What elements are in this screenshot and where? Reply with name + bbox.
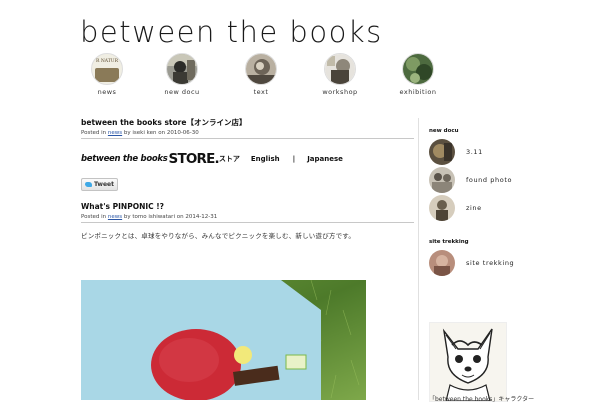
store-banner: between the books STORE. ストア English | J… bbox=[81, 151, 414, 167]
new-docu-heading: new docu bbox=[429, 128, 459, 134]
category-link-news[interactable]: news bbox=[108, 214, 122, 220]
post-meta: Posted in news by tomo ishiwatari on 201… bbox=[81, 214, 414, 223]
sidebar-divider bbox=[418, 118, 419, 400]
news-thumbnail: R NATUR bbox=[91, 53, 123, 85]
dog-character-illustration bbox=[430, 323, 506, 401]
news-thumb-text: R NATUR bbox=[96, 59, 118, 64]
post-meta: Posted in news by iseki ken on 2010-06-3… bbox=[81, 130, 414, 139]
post-pinponic: What's PINPONIC !? Posted in news by tom… bbox=[81, 202, 414, 240]
nav-label-new-docu: new docu bbox=[164, 88, 200, 96]
tweet-label: Tweet bbox=[94, 181, 114, 188]
character-banner[interactable] bbox=[429, 322, 507, 402]
exhibition-thumbnail bbox=[402, 53, 434, 85]
sidebar-item-3-11[interactable]: 3.11 bbox=[429, 138, 589, 165]
nav-label-text: text bbox=[253, 88, 269, 96]
thumb-found-photo bbox=[429, 166, 455, 193]
nav-item-text[interactable]: text bbox=[231, 53, 291, 96]
site-title[interactable]: between the books bbox=[80, 12, 383, 52]
store-logo-jp: ストア bbox=[218, 155, 240, 163]
meta-author-date: by tomo ishiwatari on 2014-12-31 bbox=[123, 214, 218, 220]
sidebar-item-label: 3.11 bbox=[466, 147, 483, 156]
main-nav: R NATUR news new docu text workshop exhi… bbox=[0, 53, 600, 98]
meta-prefix: Posted in bbox=[81, 130, 107, 136]
thumb-zine bbox=[429, 194, 455, 221]
category-link-news[interactable]: news bbox=[108, 130, 122, 136]
nav-item-news[interactable]: R NATUR news bbox=[77, 53, 137, 96]
sidebar-item-label: found photo bbox=[466, 175, 513, 184]
banner-caption: 「between the books」キャラクター bbox=[429, 396, 535, 403]
post-list: between the books store【オンライン店】 Posted i… bbox=[81, 118, 414, 240]
nav-label-workshop: workshop bbox=[322, 88, 358, 96]
thumb-3-11 bbox=[429, 138, 455, 165]
site-trekking-list: site trekking bbox=[429, 249, 589, 276]
pinponic-photo bbox=[81, 280, 366, 400]
text-thumbnail bbox=[245, 53, 277, 85]
japanese-link[interactable]: Japanese bbox=[307, 155, 343, 163]
site-trekking-heading: site trekking bbox=[429, 239, 469, 245]
meta-author-date: by iseki ken on 2010-06-30 bbox=[123, 130, 199, 136]
sidebar-item-zine[interactable]: zine bbox=[429, 194, 589, 221]
language-separator: | bbox=[292, 155, 296, 163]
post-title[interactable]: What's PINPONIC !? bbox=[81, 202, 414, 212]
sidebar-item-label: site trekking bbox=[466, 258, 515, 267]
sidebar-item-found-photo[interactable]: found photo bbox=[429, 166, 589, 193]
english-link[interactable]: English bbox=[251, 155, 280, 163]
nav-label-exhibition: exhibition bbox=[399, 88, 437, 96]
post-store: between the books store【オンライン店】 Posted i… bbox=[81, 118, 414, 191]
new-docu-list: 3.11 found photo zine bbox=[429, 138, 589, 221]
sidebar: new docu 3.11 found photo zine site trek… bbox=[429, 128, 589, 276]
workshop-thumbnail bbox=[324, 53, 356, 85]
nav-item-workshop[interactable]: workshop bbox=[310, 53, 370, 96]
post-title[interactable]: between the books store【オンライン店】 bbox=[81, 118, 414, 128]
sidebar-item-site-trekking[interactable]: site trekking bbox=[429, 249, 589, 276]
post-body: ピンポニックとは、卓球をやりながら、みんなでピクニックを楽しむ、新しい遊び方です… bbox=[81, 232, 356, 240]
meta-prefix: Posted in bbox=[81, 214, 107, 220]
store-logo-text[interactable]: between the books bbox=[81, 154, 168, 164]
new-docu-thumbnail bbox=[166, 53, 198, 85]
nav-item-exhibition[interactable]: exhibition bbox=[388, 53, 448, 96]
nav-label-news: news bbox=[97, 88, 117, 96]
sidebar-item-label: zine bbox=[466, 203, 482, 212]
thumb-site-trekking bbox=[429, 249, 455, 276]
store-logo-big[interactable]: STORE. bbox=[169, 151, 220, 167]
twitter-bird-icon bbox=[85, 182, 92, 187]
nav-item-new-docu[interactable]: new docu bbox=[152, 53, 212, 96]
tweet-button[interactable]: Tweet bbox=[81, 178, 118, 191]
